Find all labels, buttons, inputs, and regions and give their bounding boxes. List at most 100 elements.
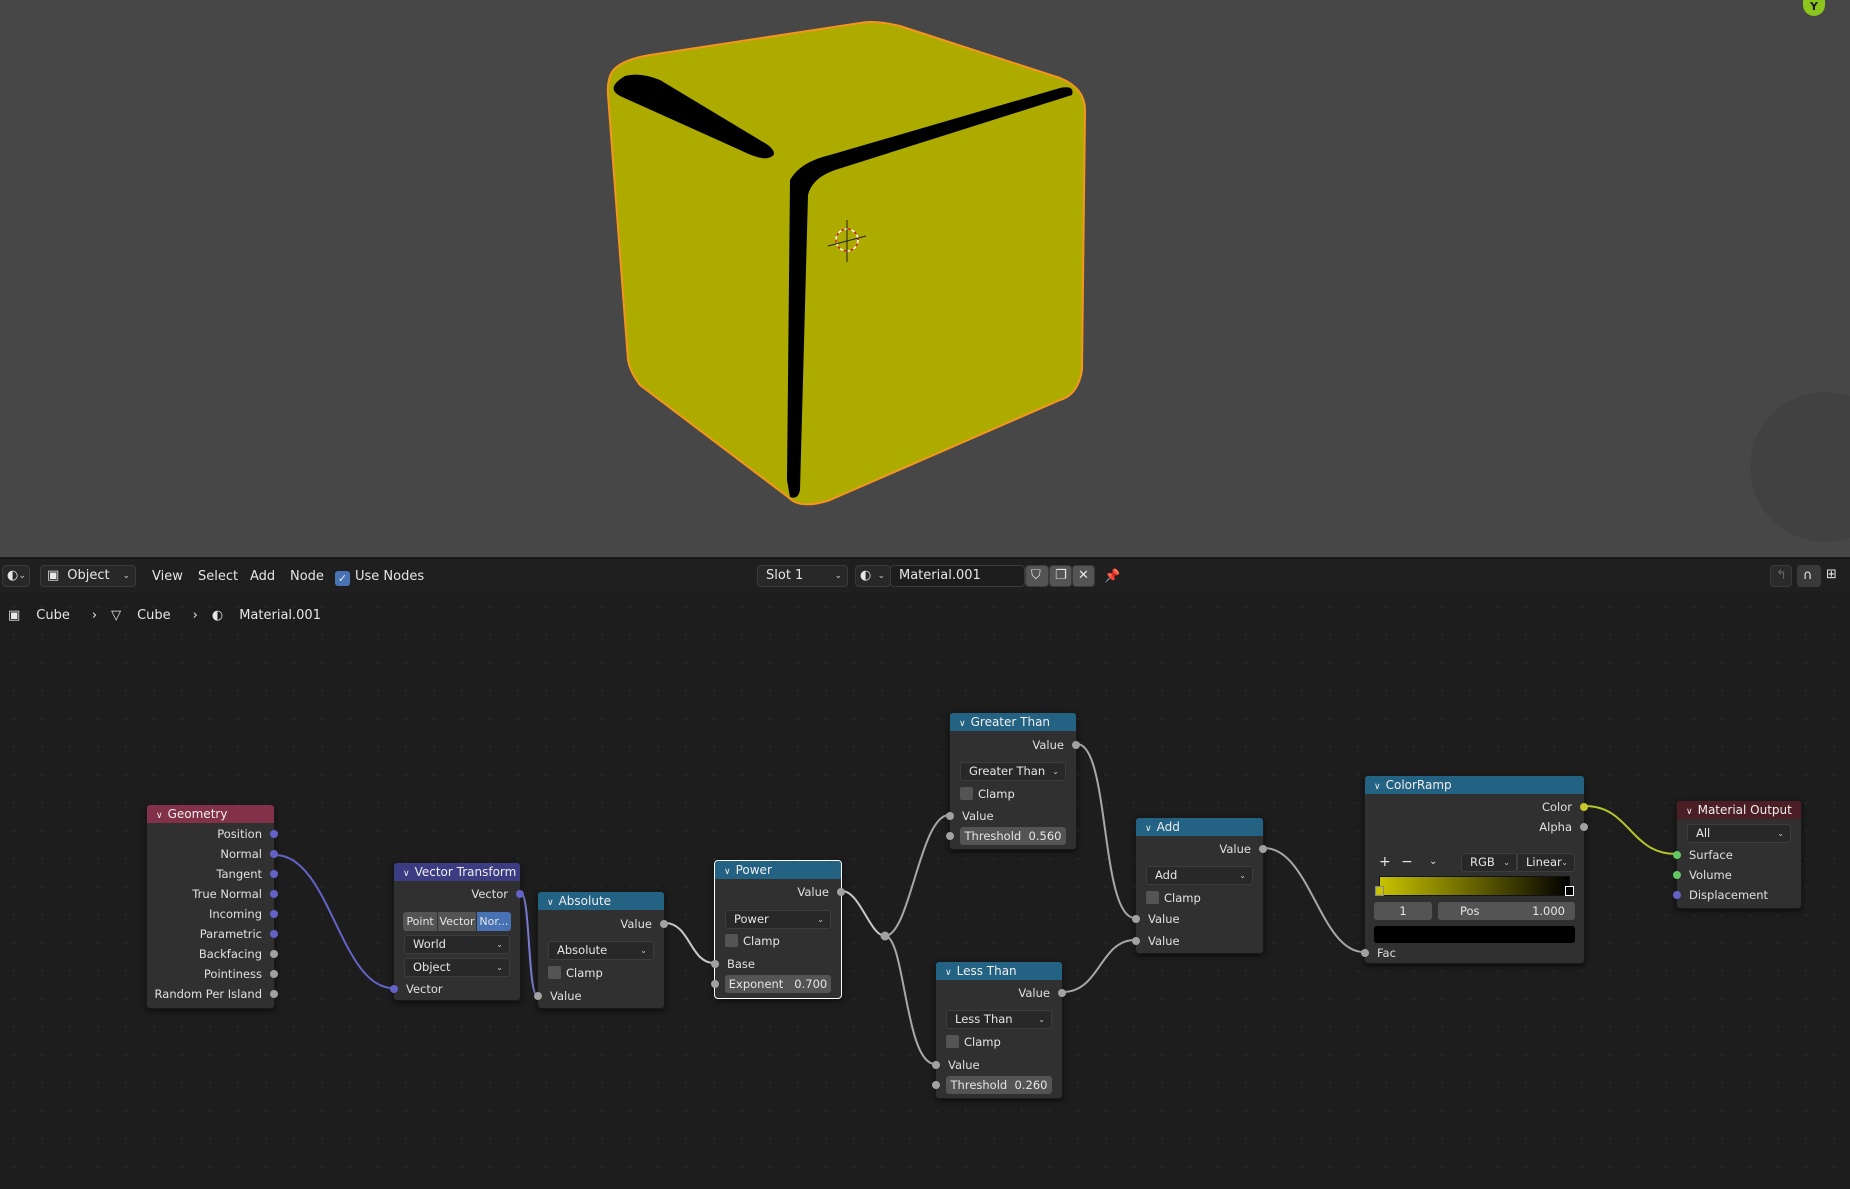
socket-dot[interactable] [1673,871,1681,879]
socket-dot[interactable] [1580,823,1588,831]
socket-dot[interactable] [270,990,278,998]
socket-dot[interactable] [270,970,278,978]
fake-user-button[interactable]: ⛉ [1025,565,1049,587]
clamp-checkbox[interactable]: Clamp [1146,889,1201,907]
snap-target-dropdown[interactable]: ⊞ [1824,565,1850,587]
collapse-icon[interactable]: ∨ [724,867,731,877]
node-vector-transform[interactable]: ∨ Vector Transform Vector Point Vector No… [390,862,524,1001]
parent-node-tree-button[interactable]: ↰ [1770,565,1792,587]
color-stop-0[interactable] [1375,886,1384,896]
operation-dropdown[interactable]: Add ⌄ [1146,866,1253,885]
threshold-field[interactable]: Threshold 0.560 [960,827,1066,845]
socket-dot[interactable] [270,930,278,938]
collapse-icon[interactable]: ∨ [959,719,966,729]
interpolation-dropdown[interactable]: Linear ⌄ [1517,853,1575,872]
node-geometry[interactable]: ∨ Geometry Position Normal Tangent True N… [146,804,278,1009]
socket-dot[interactable] [516,890,524,898]
socket-dot[interactable] [270,850,278,858]
collapse-icon[interactable]: ∨ [1145,824,1152,834]
collapse-icon[interactable]: ∨ [1374,782,1381,792]
cube-object[interactable] [0,0,1850,557]
color-mode-dropdown[interactable]: RGB ⌄ [1461,853,1517,872]
socket-dot[interactable] [1580,803,1588,811]
operation-dropdown[interactable]: Power ⌄ [725,910,831,929]
3d-viewport[interactable]: Y [0,0,1850,557]
operation-dropdown[interactable]: Greater Than ⌄ [960,762,1066,781]
slot-dropdown[interactable]: Slot 1 ⌄ [757,565,848,587]
exponent-field[interactable]: Exponent 0.700 [725,975,831,993]
operation-dropdown[interactable]: Less Than ⌄ [946,1010,1052,1029]
node-less-than[interactable]: ∨ Less Than Value Less Than ⌄ Clamp Value … [932,961,1066,1099]
node-header[interactable]: ∨ Absolute [538,892,664,910]
snap-toggle[interactable]: ∩ [1797,565,1821,587]
node-header[interactable]: ∨ Less Than [936,962,1062,980]
unlink-material-button[interactable]: ✕ [1072,565,1095,587]
socket-dot[interactable] [534,992,542,1000]
node-header[interactable]: ∨ ColorRamp [1365,776,1584,794]
stop-color-swatch[interactable] [1374,926,1575,943]
collapse-icon[interactable]: ∨ [156,811,163,821]
socket-dot[interactable] [1132,915,1140,923]
stop-index-field[interactable]: 1 [1374,902,1432,920]
type-point[interactable]: Point [403,912,438,931]
collapse-icon[interactable]: ∨ [547,898,554,908]
ramp-menu-button[interactable]: ⌄ [1429,856,1437,867]
menu-node[interactable]: Node [290,566,324,588]
socket-dot[interactable] [1361,949,1369,957]
socket-dot[interactable] [1132,937,1140,945]
socket-dot[interactable] [270,950,278,958]
node-power[interactable]: ∨ Power Value Power ⌄ Clamp Base Exponent … [711,860,845,999]
node-header[interactable]: ∨ Geometry [147,805,274,823]
node-add[interactable]: ∨ Add Value Add ⌄ Clamp Value Value [1132,817,1267,954]
pin-icon[interactable]: 📌 [1104,566,1120,588]
target-dropdown[interactable]: All ⌄ [1687,824,1791,843]
collapse-icon[interactable]: ∨ [1686,807,1693,817]
socket-dot[interactable] [390,985,398,993]
socket-dot[interactable] [1058,989,1066,997]
mode-dropdown[interactable]: ▣ Object ⌄ [40,565,136,587]
socket-dot[interactable] [946,812,954,820]
convert-from-dropdown[interactable]: World ⌄ [404,935,510,954]
convert-to-dropdown[interactable]: Object ⌄ [404,958,510,977]
stop-position-field[interactable]: Pos 1.000 [1438,902,1575,920]
clamp-checkbox[interactable]: Clamp [960,785,1015,803]
clamp-checkbox[interactable]: Clamp [548,964,603,982]
menu-select[interactable]: Select [198,566,238,588]
socket-dot[interactable] [1673,891,1681,899]
node-absolute[interactable]: ∨ Absolute Value Absolute ⌄ Clamp Value [534,891,668,1009]
socket-dot[interactable] [1673,851,1681,859]
node-material-output[interactable]: ∨ Material Output All ⌄ Surface Volume Dis… [1673,800,1802,909]
menu-add[interactable]: Add [250,566,275,588]
socket-dot[interactable] [270,870,278,878]
use-nodes-checkbox[interactable]: ✓ Use Nodes [335,566,424,588]
socket-threshold[interactable] [946,832,954,840]
socket-dot[interactable] [711,960,719,968]
editor-type-dropdown[interactable]: ◐ ⌄ [2,565,30,587]
socket-dot[interactable] [1259,845,1267,853]
duplicate-material-button[interactable]: ❐ [1049,565,1072,587]
clamp-checkbox[interactable]: Clamp [946,1033,1001,1051]
material-name-field[interactable]: Material.001 [890,565,1025,587]
collapse-icon[interactable]: ∨ [403,869,410,879]
socket-exponent[interactable] [711,980,719,988]
socket-dot[interactable] [270,890,278,898]
node-header[interactable]: ∨ Add [1136,818,1263,836]
browse-material-button[interactable]: ◐ ⌄ [855,565,891,587]
socket-dot[interactable] [660,920,668,928]
collapse-icon[interactable]: ∨ [945,968,952,978]
socket-threshold[interactable] [932,1081,940,1089]
remove-stop-button[interactable]: − [1401,854,1413,870]
socket-dot[interactable] [270,910,278,918]
add-stop-button[interactable]: + [1379,854,1391,870]
color-stop-1[interactable] [1565,886,1574,896]
node-header[interactable]: ∨ Material Output [1677,801,1801,819]
threshold-field[interactable]: Threshold 0.260 [946,1076,1052,1094]
socket-dot[interactable] [1072,741,1080,749]
socket-dot[interactable] [932,1061,940,1069]
type-vector[interactable]: Vector [438,912,476,931]
type-normal[interactable]: Nor... [476,912,511,931]
operation-dropdown[interactable]: Absolute ⌄ [548,941,654,960]
node-header[interactable]: ∨ Power [715,861,841,879]
node-greater-than[interactable]: ∨ Greater Than Value Greater Than ⌄ Clamp … [946,712,1080,850]
node-header[interactable]: ∨ Vector Transform [394,863,520,881]
